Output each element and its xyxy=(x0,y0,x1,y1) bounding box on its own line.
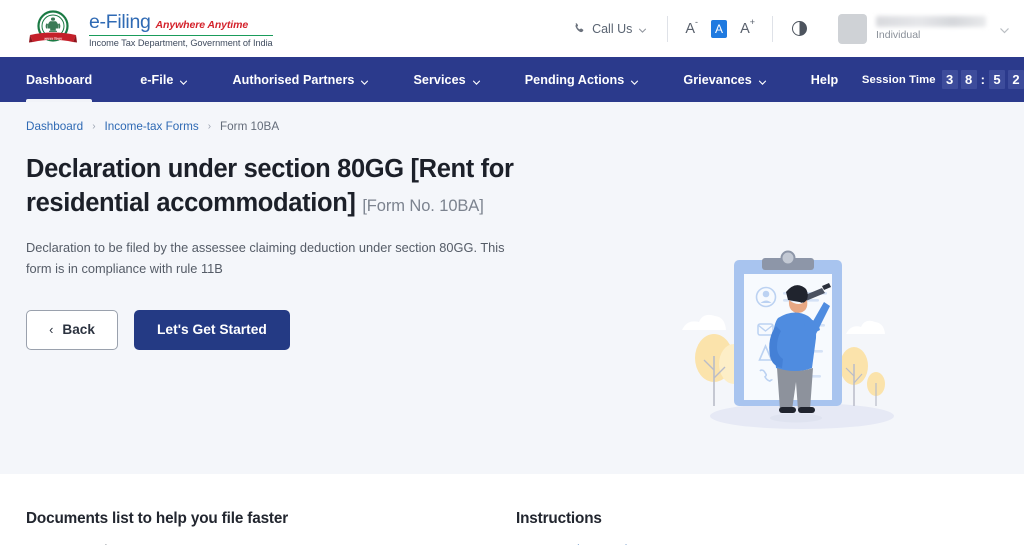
india-emblem-icon: आयकर विभाग xyxy=(26,9,80,49)
session-digit: 2 xyxy=(1008,70,1024,89)
header-controls: Call Us A- A A+ Individual xyxy=(573,0,1010,57)
font-increase-button[interactable]: A+ xyxy=(740,18,755,37)
call-us-label: Call Us xyxy=(592,21,633,36)
session-digit: 5 xyxy=(989,70,1005,89)
user-role: Individual xyxy=(876,29,921,41)
chevron-down-icon xyxy=(472,76,481,85)
nav-item-grievances[interactable]: Grievances xyxy=(661,57,788,102)
contrast-icon xyxy=(792,21,807,36)
nav-label: Services xyxy=(413,72,466,87)
nav-label: e-File xyxy=(140,72,174,87)
form-number: [Form No. 10BA] xyxy=(362,196,484,215)
documents-column: Documents list to help you file faster R… xyxy=(26,510,516,545)
phone-icon xyxy=(573,22,586,35)
avatar xyxy=(838,13,867,44)
chevron-down-icon xyxy=(758,76,767,85)
top-header: आयकर विभाग e-Filing Anywhere Anytime Inc… xyxy=(0,0,1024,57)
nav-item-efile[interactable]: e-File xyxy=(118,57,210,102)
hero-actions: ‹ Back Let's Get Started xyxy=(26,309,626,350)
font-decrease-button[interactable]: A- xyxy=(685,18,698,37)
nav-item-authorised-partners[interactable]: Authorised Partners xyxy=(210,57,391,102)
breadcrumb-item-current: Form 10BA xyxy=(220,120,280,133)
chevron-down-icon xyxy=(630,76,639,85)
person-writing-on-clipboard-illustration xyxy=(668,238,936,438)
brand-text: e-Filing Anywhere Anytime Income Tax Dep… xyxy=(89,10,273,49)
nav-label: Authorised Partners xyxy=(232,72,355,87)
user-name xyxy=(876,16,986,27)
nav-item-pending-actions[interactable]: Pending Actions xyxy=(503,57,662,102)
nav-label: Grievances xyxy=(683,72,752,87)
session-digit: 8 xyxy=(960,70,977,89)
hero-section: Dashboard › Income-tax Forms › Form 10BA… xyxy=(0,102,1024,474)
instructions-column: Instructions General Instructions Things… xyxy=(516,510,998,545)
call-us-button[interactable]: Call Us xyxy=(573,22,667,36)
contrast-toggle-button[interactable] xyxy=(773,21,826,36)
chevron-down-icon xyxy=(360,76,369,85)
nav-item-help[interactable]: Help xyxy=(789,57,861,102)
chevron-down-icon xyxy=(999,23,1010,34)
breadcrumb: Dashboard › Income-tax Forms › Form 10BA xyxy=(26,102,998,133)
session-timer-digits: 3 8 : 5 2 xyxy=(941,70,1024,89)
user-profile-menu[interactable]: Individual xyxy=(826,13,1010,44)
nav-label: Dashboard xyxy=(26,72,93,87)
session-timer-label: Session Time xyxy=(861,73,936,86)
documents-title: Documents list to help you file faster xyxy=(26,510,289,527)
nav-label: Help xyxy=(810,72,839,87)
nav-item-services[interactable]: Services xyxy=(391,57,502,102)
chevron-down-icon xyxy=(638,24,647,33)
nav-label: Pending Actions xyxy=(524,72,625,87)
session-separator: : xyxy=(980,72,985,87)
page-title: Declaration under section 80GG [Rent for… xyxy=(26,153,626,221)
nav-item-dashboard[interactable]: Dashboard xyxy=(26,57,118,102)
session-timer: Session Time 3 8 : 5 2 xyxy=(862,70,1024,89)
font-normal-button[interactable]: A xyxy=(711,19,728,38)
breadcrumb-item-income-tax-forms[interactable]: Income-tax Forms xyxy=(105,120,199,133)
instructions-title: Instructions xyxy=(516,510,602,527)
chevron-left-icon: ‹ xyxy=(49,322,54,337)
brand-tagline: Anywhere Anytime xyxy=(155,18,249,31)
brand-department: Income Tax Department, Government of Ind… xyxy=(89,38,273,49)
bottom-section: Documents list to help you file faster R… xyxy=(0,474,1024,545)
brand-logo[interactable]: आयकर विभाग e-Filing Anywhere Anytime Inc… xyxy=(26,9,273,49)
svg-text:आयकर विभाग: आयकर विभाग xyxy=(44,36,62,41)
brand-efiling: e-Filing xyxy=(89,10,151,33)
breadcrumb-separator: › xyxy=(92,121,96,132)
page-description: Declaration to be filed by the assessee … xyxy=(26,239,505,276)
breadcrumb-separator: › xyxy=(207,121,212,132)
back-button[interactable]: ‹ Back xyxy=(26,309,118,350)
session-digit: 3 xyxy=(941,70,958,89)
lets-get-started-button[interactable]: Let's Get Started xyxy=(134,309,290,350)
back-button-label: Back xyxy=(62,322,95,337)
main-navigation: Dashboard e-File Authorised Partners Ser… xyxy=(0,57,1024,102)
chevron-down-icon xyxy=(179,76,188,85)
breadcrumb-item-dashboard[interactable]: Dashboard xyxy=(26,120,83,133)
font-size-controls: A- A A+ xyxy=(668,18,772,38)
